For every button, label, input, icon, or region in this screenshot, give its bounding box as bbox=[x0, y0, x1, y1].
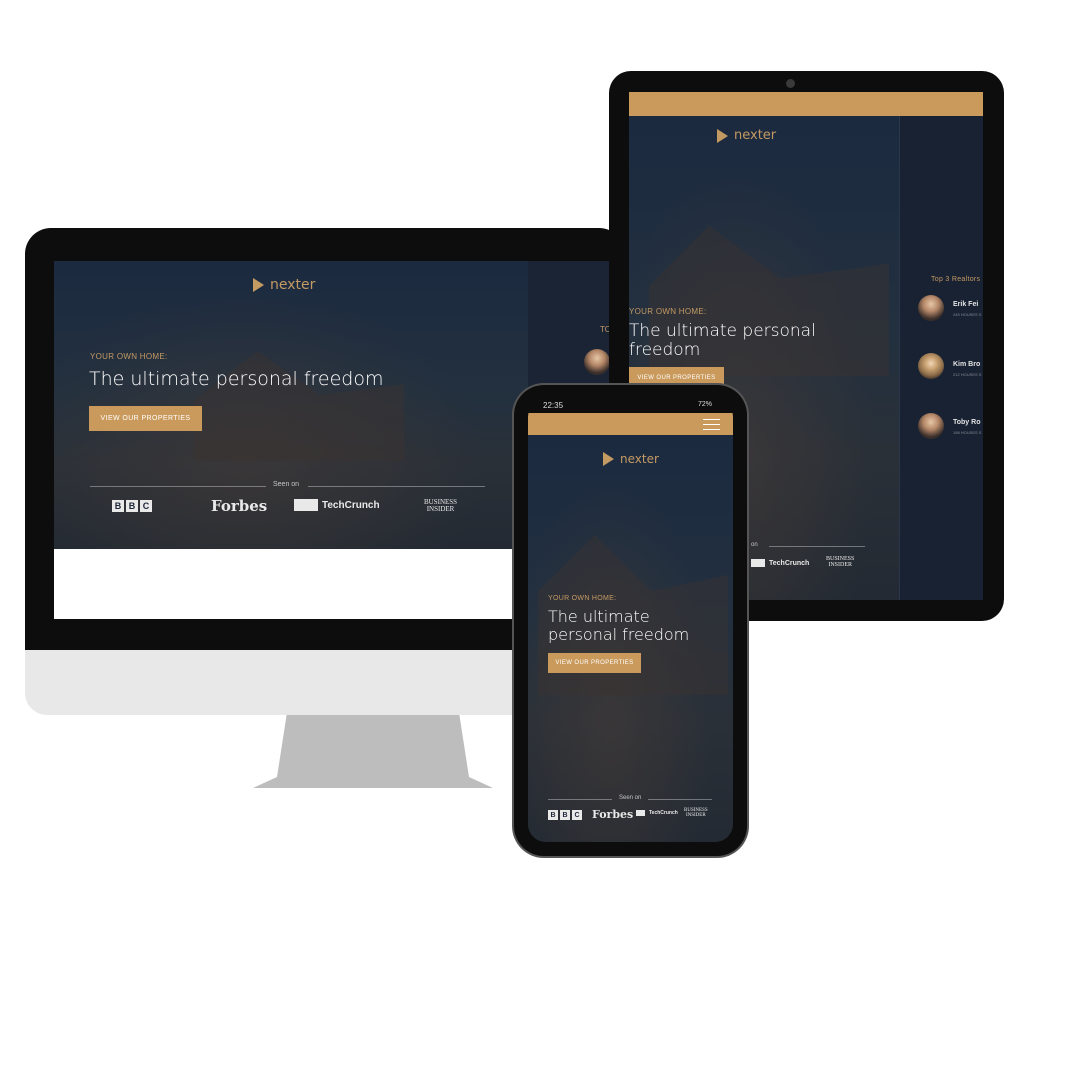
seen-on-divider-right bbox=[308, 486, 485, 487]
sidebar-title: Top 3 Realtors bbox=[931, 276, 981, 283]
business-insider-logo: Business Insider bbox=[826, 556, 855, 569]
techcrunch-icon bbox=[294, 499, 318, 511]
phone-header bbox=[528, 413, 733, 435]
monitor-stand bbox=[253, 715, 493, 788]
tablet-camera bbox=[786, 79, 795, 88]
techcrunch-logo: TechCrunch bbox=[294, 499, 380, 511]
realtor-name[interactable]: Toby Ro bbox=[953, 419, 980, 426]
realtor-houses-sold: 198 HOUSES S bbox=[953, 430, 982, 435]
phone-hero: nexter Your own home: The ultimate perso… bbox=[528, 435, 733, 842]
logo-icon bbox=[717, 128, 728, 143]
logo-text: nexter bbox=[270, 277, 316, 293]
view-properties-button[interactable]: View our properties bbox=[89, 406, 202, 431]
techcrunch-logo: TechCrunch bbox=[751, 559, 809, 567]
realtor-houses-sold: 212 HOUSES S bbox=[953, 372, 982, 377]
realtor-name[interactable]: Kim Bro bbox=[953, 361, 980, 368]
business-insider-logo: Business Insider bbox=[684, 808, 708, 819]
tablet-sidebar: Top 3 Realtors Erik Fei 245 HOUSES S Kim… bbox=[899, 116, 983, 600]
view-properties-button[interactable]: View our properties bbox=[548, 653, 641, 673]
phone-screen: 22:35 72% nexter Your own home: The ulti… bbox=[528, 399, 733, 842]
logo-text: nexter bbox=[734, 128, 777, 143]
hero-eyebrow: Your own home: bbox=[629, 307, 707, 316]
hero-headline: The ultimate personal freedom bbox=[89, 368, 384, 390]
techcrunch-icon bbox=[751, 559, 765, 567]
bbc-logo: BBC bbox=[548, 810, 582, 820]
tablet-logo[interactable]: nexter bbox=[717, 128, 776, 143]
techcrunch-icon bbox=[636, 810, 645, 816]
status-battery: 72% bbox=[698, 401, 713, 408]
phone-logo[interactable]: nexter bbox=[603, 452, 659, 466]
status-time: 22:35 bbox=[543, 401, 564, 410]
logo-icon bbox=[253, 278, 264, 292]
desktop-logo[interactable]: nexter bbox=[253, 277, 315, 293]
seen-on-label: Seen on bbox=[273, 481, 300, 488]
seen-on-divider-left bbox=[90, 486, 266, 487]
logo-icon bbox=[603, 452, 614, 466]
forbes-logo: Forbes bbox=[211, 497, 268, 515]
hamburger-menu-icon[interactable] bbox=[703, 417, 720, 430]
techcrunch-logo: TechCrunch bbox=[636, 810, 678, 816]
tablet-topbar bbox=[629, 92, 983, 116]
realtor-avatar[interactable] bbox=[918, 413, 944, 439]
seen-on-divider-left bbox=[548, 799, 612, 800]
hero-headline: The ultimate personal freedom bbox=[548, 607, 690, 644]
seen-on-divider-right bbox=[769, 546, 865, 547]
hero-headline: The ultimate personal freedom bbox=[629, 321, 816, 360]
realtor-avatar[interactable] bbox=[918, 353, 944, 379]
realtor-avatar[interactable] bbox=[584, 349, 610, 375]
bbc-logo: BBC bbox=[112, 500, 152, 512]
seen-on-label: on bbox=[751, 542, 758, 548]
hero-eyebrow: Your own home: bbox=[90, 352, 168, 361]
hero-eyebrow: Your own home: bbox=[548, 595, 617, 602]
forbes-logo: Forbes bbox=[592, 808, 634, 821]
seen-on-label: Seen on bbox=[619, 795, 642, 801]
realtor-avatar[interactable] bbox=[918, 295, 944, 321]
seen-on-divider-right bbox=[648, 799, 712, 800]
business-insider-logo: Business Insider bbox=[424, 498, 458, 514]
realtor-houses-sold: 245 HOUSES S bbox=[953, 312, 982, 317]
realtor-name[interactable]: Erik Fei bbox=[953, 301, 978, 308]
logo-text: nexter bbox=[620, 452, 659, 466]
phone-device: 22:35 72% nexter Your own home: The ulti… bbox=[514, 385, 747, 856]
desktop-hero: nexter Your own home: The ultimate perso… bbox=[54, 261, 528, 549]
